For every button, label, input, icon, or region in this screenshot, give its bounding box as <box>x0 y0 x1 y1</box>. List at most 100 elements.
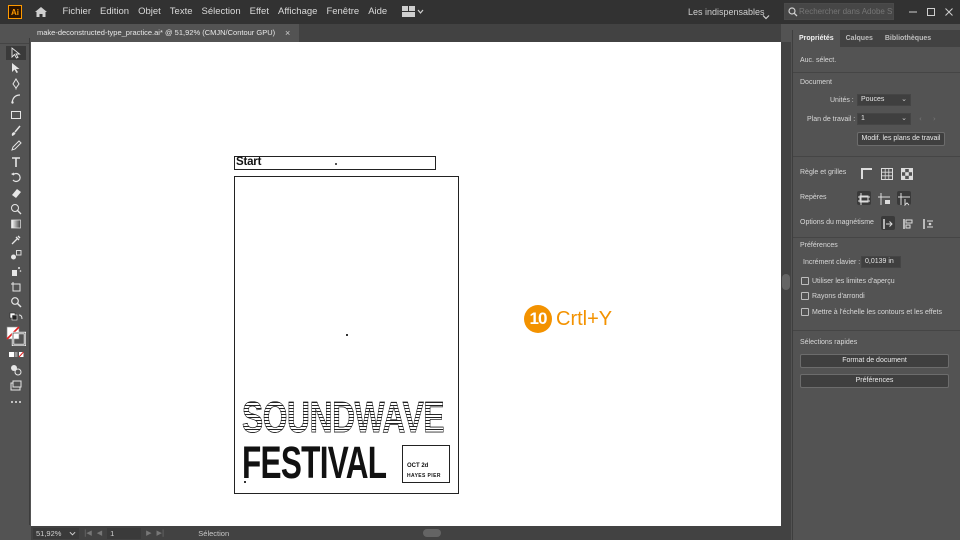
next-artboard-arrow-icon[interactable]: › <box>933 115 936 123</box>
preferences-heading: Préférences <box>800 242 838 249</box>
artboard-poster[interactable]: SOUNDWAVE FESTIVAL OCT 2d HAYES PIER <box>234 176 459 494</box>
artboard-select[interactable]: 1 ⌄ <box>857 113 911 125</box>
snap-to-pixel-icon[interactable] <box>901 216 915 230</box>
menu-edit[interactable]: Edition <box>96 0 134 24</box>
fill-stroke-swatch-icon[interactable] <box>6 326 26 347</box>
tab-libraries[interactable]: Bibliothèques <box>879 30 937 47</box>
default-colors-icon[interactable] <box>6 311 26 325</box>
previous-artboard-arrow-icon[interactable]: ‹ <box>919 115 922 123</box>
blend-tool-icon[interactable] <box>6 248 26 262</box>
vertical-scroll-thumb[interactable] <box>782 274 790 290</box>
zoom-level-field[interactable]: 51,92% <box>33 527 79 539</box>
zoom-level-value: 51,92% <box>36 528 62 538</box>
drawing-mode-icon[interactable] <box>6 363 26 377</box>
preferences-button[interactable]: Préférences <box>800 374 949 388</box>
lock-guides-icon[interactable] <box>877 191 891 205</box>
chevron-down-icon[interactable] <box>762 6 770 25</box>
workspace-switcher[interactable]: Les indispensables <box>688 4 772 20</box>
selection-tool-icon[interactable] <box>6 45 26 60</box>
close-tab-icon[interactable]: × <box>285 24 290 42</box>
artboard-center-point <box>346 334 348 336</box>
keyboard-increment-input[interactable]: 0,0139 in <box>861 256 901 268</box>
menu-help[interactable]: Aide <box>364 0 392 24</box>
menu-file[interactable]: Fichier <box>58 0 96 24</box>
document-setup-button[interactable]: Format de document <box>800 354 949 368</box>
zoom-tool-icon[interactable] <box>6 295 26 309</box>
menu-view[interactable]: Affichage <box>273 0 321 24</box>
ruler-icon[interactable] <box>860 166 874 180</box>
pencil-tool-icon[interactable] <box>6 139 26 153</box>
document-tab[interactable]: make-deconstructed-type_practice.ai* @ 5… <box>31 24 299 42</box>
artboard-value: 1 <box>861 115 865 122</box>
toolbar-grip[interactable] <box>0 38 29 44</box>
chevron-down-icon[interactable] <box>69 530 76 537</box>
horizontal-scroll-thumb[interactable] <box>423 529 441 537</box>
more-tools-icon[interactable] <box>6 395 26 409</box>
rounded-corners-checkbox[interactable] <box>801 292 809 300</box>
screen-mode-icon[interactable] <box>6 379 26 393</box>
event-info-box[interactable]: OCT 2d HAYES PIER <box>402 445 450 483</box>
type-tool-icon[interactable] <box>6 155 26 169</box>
arrange-documents-icon[interactable] <box>401 5 424 19</box>
color-mode-icon[interactable] <box>6 348 26 362</box>
current-tool-status: Sélection <box>198 528 230 538</box>
gradient-tool-icon[interactable] <box>6 217 26 231</box>
panel-divider <box>793 72 960 73</box>
minimize-icon[interactable] <box>906 4 920 18</box>
curvature-tool-icon[interactable] <box>6 92 26 106</box>
menu-select[interactable]: Sélection <box>197 0 245 24</box>
direct-selection-tool-icon[interactable] <box>6 61 26 75</box>
scale-strokes-checkbox[interactable] <box>801 308 809 316</box>
menu-type[interactable]: Texte <box>165 0 197 24</box>
next-artboard-icon[interactable]: ▶ <box>146 529 151 537</box>
artboard-tool-icon[interactable] <box>6 280 26 294</box>
eyedropper-tool-icon[interactable] <box>6 233 26 247</box>
stock-search[interactable] <box>784 3 894 20</box>
eraser-tool-icon[interactable] <box>6 186 26 200</box>
maximize-icon[interactable] <box>924 4 938 18</box>
canvas[interactable]: Start SOUNDWAVE FESTIVAL OCT 2d HAYES PI… <box>31 42 781 526</box>
festival-title[interactable]: FESTIVAL <box>242 440 387 485</box>
smart-guides-icon[interactable] <box>897 191 911 207</box>
first-artboard-icon[interactable]: |◀ <box>84 529 92 537</box>
close-window-icon[interactable] <box>942 4 956 18</box>
pen-tool-icon[interactable] <box>6 77 26 91</box>
menu-object[interactable]: Objet <box>134 0 166 24</box>
search-input[interactable] <box>799 7 893 16</box>
grid-icon[interactable] <box>880 166 894 180</box>
units-value: Pouces <box>861 96 885 103</box>
snap-to-point-icon[interactable] <box>881 216 895 230</box>
previous-artboard-icon[interactable]: ◀ <box>97 529 102 537</box>
preview-bounds-label: Utiliser les limites d'aperçu <box>812 278 895 285</box>
menu-effect[interactable]: Effet <box>245 0 273 24</box>
home-icon[interactable] <box>34 5 48 19</box>
last-artboard-icon[interactable]: ▶| <box>157 529 165 537</box>
chevron-down-icon[interactable]: ⌄ <box>901 114 907 124</box>
rotate-tool-icon[interactable] <box>6 170 26 184</box>
menu-window[interactable]: Fenêtre <box>322 0 364 24</box>
tab-properties[interactable]: Propriétés <box>793 30 840 47</box>
tab-layers[interactable]: Calques <box>840 30 879 47</box>
edit-artboards-button[interactable]: Modif. les plans de travail <box>857 132 945 146</box>
transparency-grid-icon[interactable] <box>900 166 914 180</box>
preview-bounds-checkbox[interactable] <box>801 277 809 285</box>
vertical-scrollbar[interactable] <box>781 42 791 526</box>
symbol-sprayer-tool-icon[interactable] <box>6 264 26 278</box>
rulers-grids-label: Règle et grilles <box>800 169 847 176</box>
snap-to-glyph-icon[interactable] <box>921 216 935 230</box>
anchor-point <box>244 481 246 483</box>
no-selection-label: Auc. sélect. <box>800 57 837 64</box>
shape-builder-tool-icon[interactable] <box>6 202 26 216</box>
soundwave-outline-title[interactable]: SOUNDWAVE <box>242 395 445 440</box>
start-text-frame[interactable]: Start <box>234 156 436 170</box>
chevron-down-icon[interactable]: ⌄ <box>901 95 907 105</box>
start-label: Start <box>236 156 262 168</box>
properties-panel: Propriétés Calques Bibliothèques Auc. sé… <box>792 30 960 540</box>
units-select[interactable]: Pouces ⌄ <box>857 94 911 106</box>
guides-label: Repères <box>800 194 827 201</box>
show-guides-icon[interactable] <box>857 191 871 205</box>
paintbrush-tool-icon[interactable] <box>6 124 26 138</box>
rectangle-tool-icon[interactable] <box>6 108 26 122</box>
artboard-number-field[interactable]: 1 <box>107 527 142 539</box>
document-tab-title: make-deconstructed-type_practice.ai* @ 5… <box>37 28 276 37</box>
